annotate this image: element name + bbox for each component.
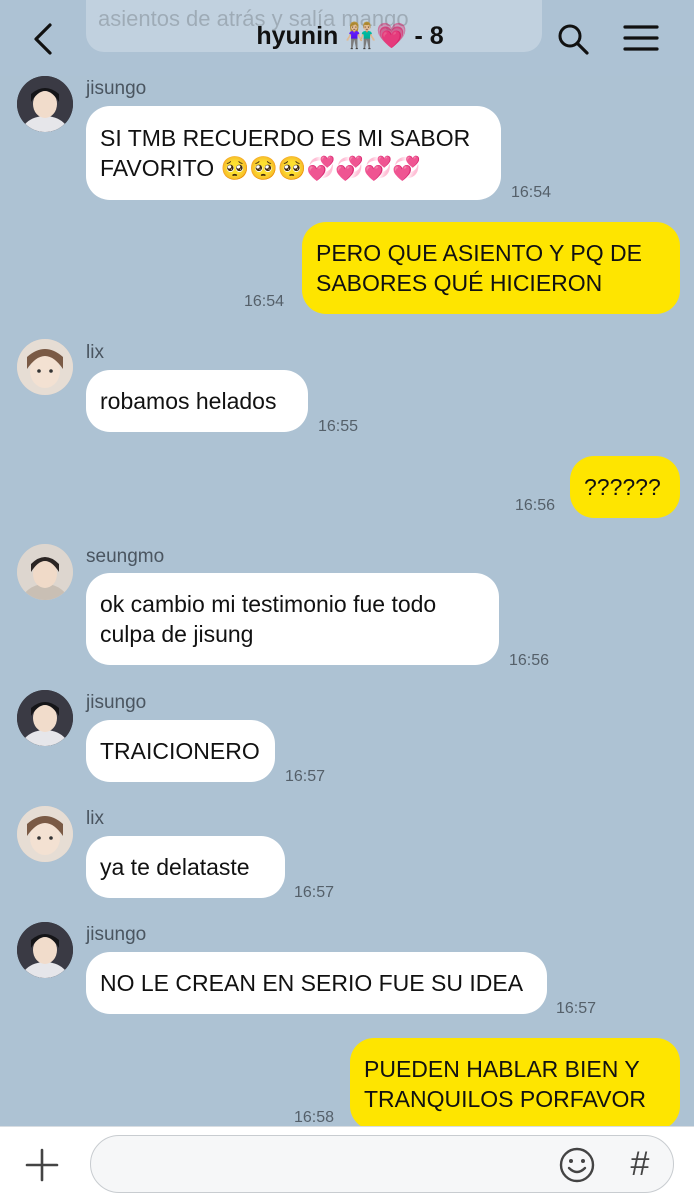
message-bubble-incoming[interactable]: ok cambio mi testimonio fue todo culpa d… bbox=[86, 573, 499, 665]
message-text-line: culpa de jisung bbox=[100, 621, 254, 647]
message-bubble-outgoing[interactable]: PUEDEN HABLAR BIEN Y TRANQUILOS PORFAVOR bbox=[350, 1038, 680, 1130]
message-text-line: robamos helados bbox=[100, 388, 277, 414]
chat-header: asientos de atrás y salía mango hyunin 👫… bbox=[0, 0, 694, 76]
message-timestamp: 16:57 bbox=[294, 884, 335, 901]
message-timestamp: 16:54 bbox=[244, 293, 285, 310]
message-bubble-incoming[interactable]: NO LE CREAN EN SERIO FUE SU IDEA bbox=[86, 952, 547, 1014]
message-text-line: PERO QUE ASIENTO Y PQ DE bbox=[316, 240, 642, 266]
message-sender: jisungo bbox=[86, 78, 147, 99]
message-timestamp: 16:57 bbox=[285, 768, 326, 785]
emoji-icon[interactable] bbox=[558, 1146, 596, 1184]
message-timestamp: 16:54 bbox=[511, 184, 552, 201]
message-timestamp: 16:56 bbox=[509, 652, 550, 669]
message-bubble-outgoing[interactable]: ?????? bbox=[570, 456, 680, 518]
search-icon[interactable] bbox=[556, 22, 590, 56]
message-text-line: ?????? bbox=[584, 474, 661, 500]
message-bubble-incoming[interactable]: robamos helados bbox=[86, 370, 308, 432]
message-timestamp: 16:55 bbox=[318, 418, 359, 435]
message-timestamp: 16:56 bbox=[515, 497, 556, 514]
chevron-left-icon[interactable] bbox=[30, 22, 58, 56]
message-text-line: TRAICIONERO bbox=[100, 738, 260, 764]
message-bubble-incoming[interactable]: ya te delataste bbox=[86, 836, 285, 898]
message-timestamp: 16:57 bbox=[556, 1000, 597, 1017]
message-bubble-incoming[interactable]: TRAICIONERO bbox=[86, 720, 275, 782]
message-text-line: SI TMB RECUERDO ES MI SABOR bbox=[100, 125, 471, 151]
message-bubble-outgoing[interactable]: PERO QUE ASIENTO Y PQ DE SABORES QUÉ HIC… bbox=[302, 222, 680, 314]
message-sender: jisungo bbox=[86, 924, 147, 945]
message-sender: jisungo bbox=[86, 692, 147, 713]
message-timestamp: 16:58 bbox=[294, 1109, 335, 1126]
message-text-line: PUEDEN HABLAR BIEN Y bbox=[364, 1056, 640, 1082]
avatar-jisungo[interactable] bbox=[17, 922, 73, 978]
avatar-lix[interactable] bbox=[17, 339, 73, 395]
message-sender: seungmo bbox=[86, 546, 165, 567]
message-sender: lix bbox=[86, 808, 104, 829]
plus-icon[interactable] bbox=[24, 1147, 60, 1183]
message-text-line: ya te delataste bbox=[100, 854, 250, 880]
message-text-line: TRANQUILOS PORFAVOR bbox=[364, 1086, 647, 1112]
message-text-line: SABORES QUÉ HICIERON bbox=[316, 270, 603, 296]
avatar-seungmo[interactable] bbox=[17, 544, 73, 600]
avatar-jisungo[interactable] bbox=[17, 690, 73, 746]
message-sender: lix bbox=[86, 342, 104, 363]
message-bubble-incoming[interactable]: SI TMB RECUERDO ES MI SABOR FAVORITO 🥺🥺🥺… bbox=[86, 106, 501, 200]
hamburger-menu-icon[interactable] bbox=[622, 22, 660, 54]
avatar-jisungo[interactable] bbox=[17, 76, 73, 132]
message-text-line: NO LE CREAN EN SERIO FUE SU IDEA bbox=[100, 970, 524, 996]
avatar-lix[interactable] bbox=[17, 806, 73, 862]
message-text-line: ok cambio mi testimonio fue todo bbox=[100, 591, 437, 617]
chat-title: hyunin 👫🏼💗 - 8 bbox=[256, 22, 444, 50]
message-composer: # bbox=[0, 1126, 694, 1201]
hashtag-search-button[interactable]: # bbox=[622, 1141, 658, 1187]
message-text-line: FAVORITO 🥺🥺🥺💞💞💞💞 bbox=[100, 155, 422, 181]
